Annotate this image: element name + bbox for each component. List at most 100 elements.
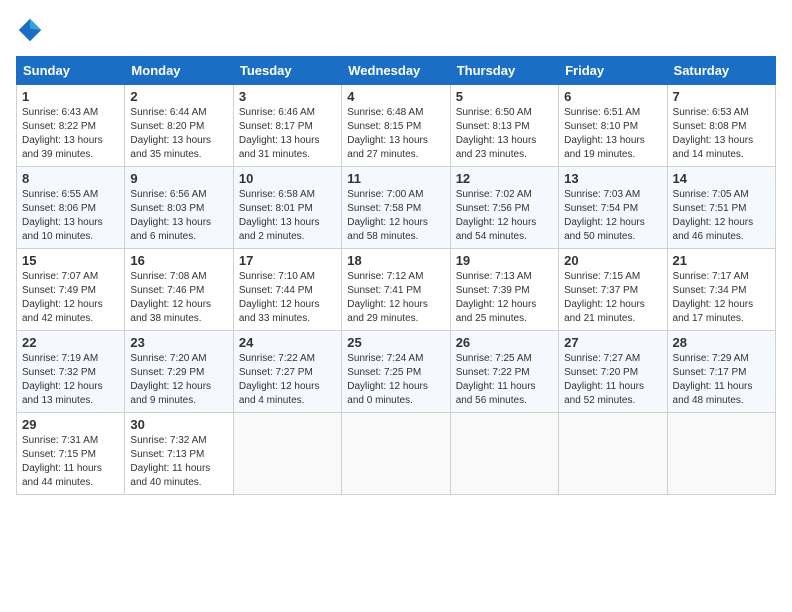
calendar-cell: 17 Sunrise: 7:10 AM Sunset: 7:44 PM Dayli… bbox=[233, 249, 341, 331]
calendar-week-row: 8 Sunrise: 6:55 AM Sunset: 8:06 PM Daylig… bbox=[17, 167, 776, 249]
day-number: 5 bbox=[456, 89, 553, 104]
cell-daylight-info: Sunrise: 7:31 AM Sunset: 7:15 PM Dayligh… bbox=[22, 434, 119, 490]
cell-daylight-info: Sunrise: 7:05 AM Sunset: 7:51 PM Dayligh… bbox=[673, 188, 770, 244]
calendar-cell: 8 Sunrise: 6:55 AM Sunset: 8:06 PM Daylig… bbox=[17, 167, 125, 249]
calendar-cell: 7 Sunrise: 6:53 AM Sunset: 8:08 PM Daylig… bbox=[667, 85, 775, 167]
day-number: 29 bbox=[22, 417, 119, 432]
day-number: 11 bbox=[347, 171, 444, 186]
day-header-tuesday: Tuesday bbox=[233, 57, 341, 85]
day-number: 9 bbox=[130, 171, 227, 186]
day-number: 23 bbox=[130, 335, 227, 350]
calendar-header-row: SundayMondayTuesdayWednesdayThursdayFrid… bbox=[17, 57, 776, 85]
cell-daylight-info: Sunrise: 6:58 AM Sunset: 8:01 PM Dayligh… bbox=[239, 188, 336, 244]
day-number: 21 bbox=[673, 253, 770, 268]
calendar-cell: 15 Sunrise: 7:07 AM Sunset: 7:49 PM Dayli… bbox=[17, 249, 125, 331]
cell-daylight-info: Sunrise: 6:56 AM Sunset: 8:03 PM Dayligh… bbox=[130, 188, 227, 244]
calendar-cell: 10 Sunrise: 6:58 AM Sunset: 8:01 PM Dayli… bbox=[233, 167, 341, 249]
calendar-cell: 25 Sunrise: 7:24 AM Sunset: 7:25 PM Dayli… bbox=[342, 331, 450, 413]
calendar-cell: 2 Sunrise: 6:44 AM Sunset: 8:20 PM Daylig… bbox=[125, 85, 233, 167]
day-number: 26 bbox=[456, 335, 553, 350]
day-number: 13 bbox=[564, 171, 661, 186]
cell-daylight-info: Sunrise: 7:17 AM Sunset: 7:34 PM Dayligh… bbox=[673, 270, 770, 326]
calendar-cell: 9 Sunrise: 6:56 AM Sunset: 8:03 PM Daylig… bbox=[125, 167, 233, 249]
day-number: 18 bbox=[347, 253, 444, 268]
cell-daylight-info: Sunrise: 6:44 AM Sunset: 8:20 PM Dayligh… bbox=[130, 106, 227, 162]
calendar-cell: 13 Sunrise: 7:03 AM Sunset: 7:54 PM Dayli… bbox=[559, 167, 667, 249]
calendar-cell: 30Sunrise: 7:32 AM Sunset: 7:13 PM Dayli… bbox=[125, 413, 233, 495]
cell-daylight-info: Sunrise: 7:15 AM Sunset: 7:37 PM Dayligh… bbox=[564, 270, 661, 326]
cell-daylight-info: Sunrise: 7:29 AM Sunset: 7:17 PM Dayligh… bbox=[673, 352, 770, 408]
day-number: 22 bbox=[22, 335, 119, 350]
calendar-cell: 3Sunrise: 6:46 AM Sunset: 8:17 PM Daylig… bbox=[233, 85, 341, 167]
day-number: 10 bbox=[239, 171, 336, 186]
calendar: SundayMondayTuesdayWednesdayThursdayFrid… bbox=[16, 56, 776, 495]
calendar-cell bbox=[233, 413, 341, 495]
day-header-thursday: Thursday bbox=[450, 57, 558, 85]
calendar-cell: 14Sunrise: 7:05 AM Sunset: 7:51 PM Dayli… bbox=[667, 167, 775, 249]
day-header-sunday: Sunday bbox=[17, 57, 125, 85]
calendar-cell: 28 Sunrise: 7:29 AM Sunset: 7:17 PM Dayli… bbox=[667, 331, 775, 413]
day-number: 20 bbox=[564, 253, 661, 268]
day-number: 8 bbox=[22, 171, 119, 186]
cell-daylight-info: Sunrise: 6:46 AM Sunset: 8:17 PM Dayligh… bbox=[239, 106, 336, 162]
calendar-cell: 23 Sunrise: 7:20 AM Sunset: 7:29 PM Dayli… bbox=[125, 331, 233, 413]
logo bbox=[16, 16, 48, 44]
calendar-week-row: 29 Sunrise: 7:31 AM Sunset: 7:15 PM Dayli… bbox=[17, 413, 776, 495]
calendar-cell: 6 Sunrise: 6:51 AM Sunset: 8:10 PM Daylig… bbox=[559, 85, 667, 167]
page-header bbox=[16, 16, 776, 44]
day-number: 2 bbox=[130, 89, 227, 104]
day-header-saturday: Saturday bbox=[667, 57, 775, 85]
day-number: 1 bbox=[22, 89, 119, 104]
cell-daylight-info: Sunrise: 7:24 AM Sunset: 7:25 PM Dayligh… bbox=[347, 352, 444, 408]
day-header-monday: Monday bbox=[125, 57, 233, 85]
cell-daylight-info: Sunrise: 6:50 AM Sunset: 8:13 PM Dayligh… bbox=[456, 106, 553, 162]
day-number: 7 bbox=[673, 89, 770, 104]
calendar-cell: 27Sunrise: 7:27 AM Sunset: 7:20 PM Dayli… bbox=[559, 331, 667, 413]
calendar-cell: 4 Sunrise: 6:48 AM Sunset: 8:15 PM Daylig… bbox=[342, 85, 450, 167]
cell-daylight-info: Sunrise: 7:25 AM Sunset: 7:22 PM Dayligh… bbox=[456, 352, 553, 408]
day-number: 6 bbox=[564, 89, 661, 104]
day-number: 16 bbox=[130, 253, 227, 268]
cell-daylight-info: Sunrise: 6:53 AM Sunset: 8:08 PM Dayligh… bbox=[673, 106, 770, 162]
calendar-cell bbox=[559, 413, 667, 495]
logo-icon bbox=[16, 16, 44, 44]
day-number: 25 bbox=[347, 335, 444, 350]
cell-daylight-info: Sunrise: 7:22 AM Sunset: 7:27 PM Dayligh… bbox=[239, 352, 336, 408]
day-number: 30 bbox=[130, 417, 227, 432]
calendar-cell bbox=[667, 413, 775, 495]
calendar-cell: 11 Sunrise: 7:00 AM Sunset: 7:58 PM Dayli… bbox=[342, 167, 450, 249]
calendar-cell: 19Sunrise: 7:13 AM Sunset: 7:39 PM Dayli… bbox=[450, 249, 558, 331]
calendar-cell: 20 Sunrise: 7:15 AM Sunset: 7:37 PM Dayli… bbox=[559, 249, 667, 331]
calendar-cell bbox=[342, 413, 450, 495]
day-number: 17 bbox=[239, 253, 336, 268]
cell-daylight-info: Sunrise: 7:10 AM Sunset: 7:44 PM Dayligh… bbox=[239, 270, 336, 326]
calendar-cell: 5 Sunrise: 6:50 AM Sunset: 8:13 PM Daylig… bbox=[450, 85, 558, 167]
day-header-friday: Friday bbox=[559, 57, 667, 85]
cell-daylight-info: Sunrise: 6:43 AM Sunset: 8:22 PM Dayligh… bbox=[22, 106, 119, 162]
day-number: 4 bbox=[347, 89, 444, 104]
calendar-cell: 18 Sunrise: 7:12 AM Sunset: 7:41 PM Dayli… bbox=[342, 249, 450, 331]
cell-daylight-info: Sunrise: 7:03 AM Sunset: 7:54 PM Dayligh… bbox=[564, 188, 661, 244]
calendar-cell: 12Sunrise: 7:02 AM Sunset: 7:56 PM Dayli… bbox=[450, 167, 558, 249]
cell-daylight-info: Sunrise: 7:00 AM Sunset: 7:58 PM Dayligh… bbox=[347, 188, 444, 244]
day-number: 28 bbox=[673, 335, 770, 350]
calendar-cell bbox=[450, 413, 558, 495]
cell-daylight-info: Sunrise: 7:12 AM Sunset: 7:41 PM Dayligh… bbox=[347, 270, 444, 326]
cell-daylight-info: Sunrise: 6:48 AM Sunset: 8:15 PM Dayligh… bbox=[347, 106, 444, 162]
cell-daylight-info: Sunrise: 6:55 AM Sunset: 8:06 PM Dayligh… bbox=[22, 188, 119, 244]
cell-daylight-info: Sunrise: 6:51 AM Sunset: 8:10 PM Dayligh… bbox=[564, 106, 661, 162]
calendar-cell: 29 Sunrise: 7:31 AM Sunset: 7:15 PM Dayli… bbox=[17, 413, 125, 495]
cell-daylight-info: Sunrise: 7:20 AM Sunset: 7:29 PM Dayligh… bbox=[130, 352, 227, 408]
calendar-cell: 1 Sunrise: 6:43 AM Sunset: 8:22 PM Daylig… bbox=[17, 85, 125, 167]
cell-daylight-info: Sunrise: 7:19 AM Sunset: 7:32 PM Dayligh… bbox=[22, 352, 119, 408]
cell-daylight-info: Sunrise: 7:08 AM Sunset: 7:46 PM Dayligh… bbox=[130, 270, 227, 326]
cell-daylight-info: Sunrise: 7:13 AM Sunset: 7:39 PM Dayligh… bbox=[456, 270, 553, 326]
calendar-cell: 26 Sunrise: 7:25 AM Sunset: 7:22 PM Dayli… bbox=[450, 331, 558, 413]
cell-daylight-info: Sunrise: 7:07 AM Sunset: 7:49 PM Dayligh… bbox=[22, 270, 119, 326]
day-number: 24 bbox=[239, 335, 336, 350]
day-number: 15 bbox=[22, 253, 119, 268]
calendar-cell: 24 Sunrise: 7:22 AM Sunset: 7:27 PM Dayli… bbox=[233, 331, 341, 413]
day-header-wednesday: Wednesday bbox=[342, 57, 450, 85]
calendar-week-row: 22 Sunrise: 7:19 AM Sunset: 7:32 PM Dayli… bbox=[17, 331, 776, 413]
cell-daylight-info: Sunrise: 7:27 AM Sunset: 7:20 PM Dayligh… bbox=[564, 352, 661, 408]
